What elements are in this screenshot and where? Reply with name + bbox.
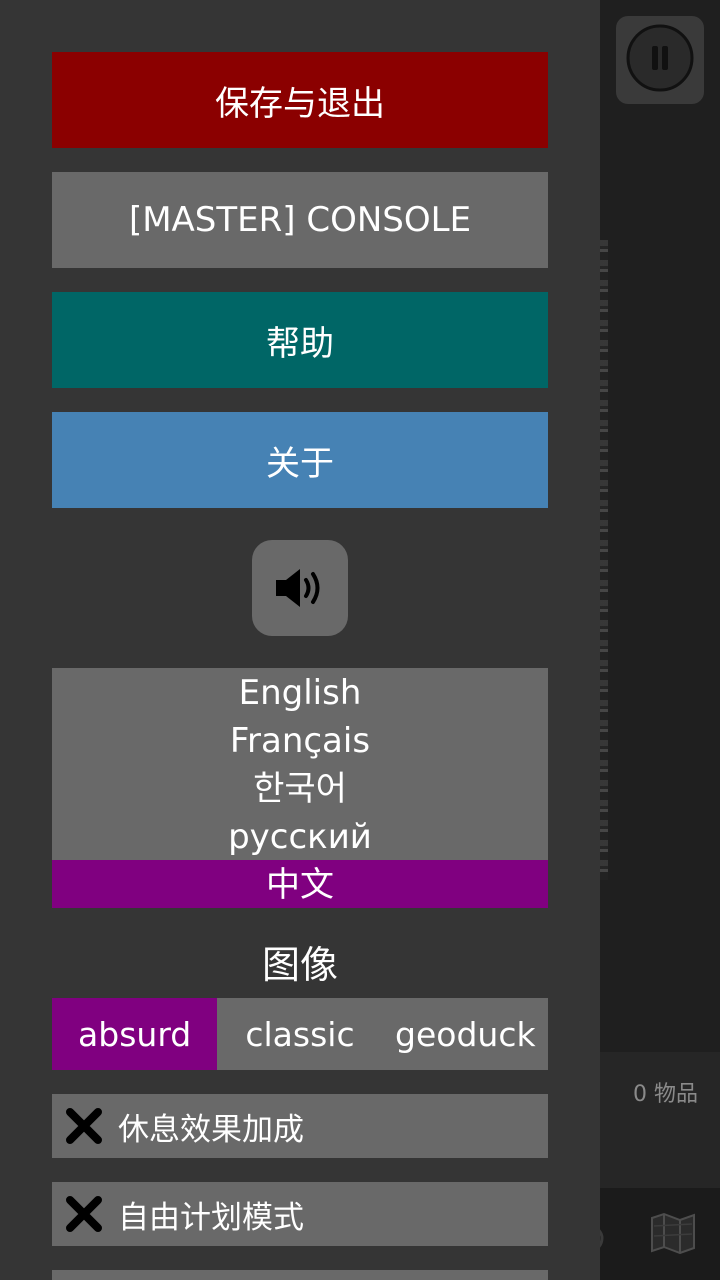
language-option-english[interactable]: English [52,668,548,716]
inventory-panel [600,1052,720,1188]
master-console-button[interactable]: [MASTER] CONSOLE [52,172,548,268]
toggle-rest-bonus[interactable]: 休息效果加成 [52,1094,548,1158]
pause-icon [626,24,694,92]
save-and-exit-button[interactable]: 保存与退出 [52,52,548,148]
language-option-korean[interactable]: 한국어 [52,764,548,812]
language-list[interactable]: English Français 한국어 русский 中文 [52,668,548,908]
graphics-style-classic[interactable]: classic [217,998,382,1070]
graphics-style-selector: absurd classic geoduck [52,998,548,1070]
graphics-style-geoduck[interactable]: geoduck [383,998,548,1070]
sound-toggle-button[interactable] [252,540,348,636]
items-count: 0 物品 [633,1082,698,1107]
language-option-chinese[interactable]: 中文 [52,860,548,908]
toggle-free-plan-mode[interactable]: 自由计划模式 [52,1182,548,1246]
x-icon [66,1108,102,1144]
speaker-volume-icon [276,569,320,607]
pause-menu-panel: 保存与退出 [MASTER] CONSOLE 帮助 关于 English Fra… [0,0,600,1280]
toggle-label: 休息效果加成 [118,1111,304,1148]
toggle-next-partial[interactable] [52,1270,548,1280]
x-icon [66,1196,102,1232]
pause-button[interactable] [616,16,704,104]
language-option-russian[interactable]: русский [52,812,548,860]
map-icon[interactable] [650,1212,696,1254]
help-button[interactable]: 帮助 [52,292,548,388]
about-button[interactable]: 关于 [52,412,548,508]
graphics-style-absurd[interactable]: absurd [52,998,218,1070]
language-option-french[interactable]: Français [52,716,548,764]
graphics-section-title: 图像 [261,943,338,987]
toggle-label: 自由计划模式 [118,1199,304,1236]
